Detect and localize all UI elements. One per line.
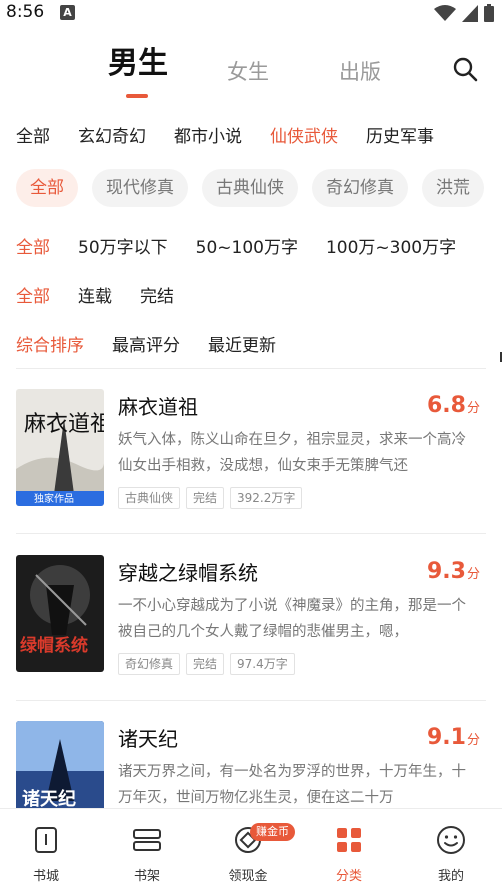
- words-under-50w[interactable]: 50万字以下: [78, 233, 168, 258]
- nav-label: 我的: [437, 869, 464, 884]
- svg-text:独家作品: 独家作品: [34, 492, 74, 505]
- subcategory-chip-row: 全部 现代修真 古典仙侠 奇幻修真 洪荒: [16, 169, 498, 207]
- chip-all[interactable]: 全部: [16, 169, 78, 207]
- book-cover[interactable]: 麻衣道祖 独家作品: [16, 389, 104, 506]
- wifi-icon: [434, 4, 456, 21]
- book-tags: 奇幻修真 完结 97.4万字: [118, 653, 295, 675]
- category-urban[interactable]: 都市小说: [174, 122, 242, 147]
- app-notification-icon: A: [60, 5, 75, 20]
- category-all[interactable]: 全部: [16, 122, 50, 147]
- tab-male[interactable]: 男生: [108, 38, 168, 82]
- status-all[interactable]: 全部: [16, 282, 50, 307]
- book-tag-genre: 奇幻修真: [118, 653, 181, 675]
- earn-coins-badge: 赚金币: [250, 823, 295, 841]
- book-title[interactable]: 诸天纪: [118, 723, 178, 752]
- words-50-100w[interactable]: 50~100万字: [196, 233, 298, 258]
- nav-bookshelf[interactable]: 书架: [117, 825, 177, 884]
- category-filter-row: 全部 玄幻奇幻 都市小说 仙侠武侠 历史军事: [16, 122, 462, 147]
- words-all[interactable]: 全部: [16, 233, 50, 258]
- sort-top-rated[interactable]: 最高评分: [112, 331, 180, 356]
- word-count-filter-row: 全部 50万字以下 50~100万字 100万~300万字: [16, 233, 484, 258]
- svg-text:诸天纪: 诸天纪: [22, 788, 76, 810]
- nav-get-cash[interactable]: 赚金币 领现金: [218, 823, 295, 884]
- nav-label: 书城: [32, 869, 59, 884]
- tab-publish[interactable]: 出版: [339, 56, 381, 86]
- svg-text:麻衣道祖: 麻衣道祖: [24, 412, 104, 437]
- book-description: 诸天万界之间，有一处名为罗浮的世界，十万年生，十万年灭，世间万物亿兆生灵，便在这…: [118, 764, 466, 806]
- category-icon: [337, 828, 361, 852]
- book-title[interactable]: 穿越之绿帽系统: [118, 557, 258, 586]
- book-score: 9.3分: [427, 559, 480, 584]
- book-score: 6.8分: [427, 393, 480, 418]
- chip-classic-xianxia[interactable]: 古典仙侠: [202, 169, 298, 207]
- nav-label: 分类: [335, 869, 362, 884]
- bottom-nav: 书城 书架 赚金币 领现金 分类 我的: [0, 808, 502, 896]
- book-title[interactable]: 麻衣道祖: [118, 391, 198, 420]
- book-tag-genre: 古典仙侠: [118, 487, 181, 509]
- svg-text:绿帽系统: 绿帽系统: [20, 635, 88, 656]
- active-tab-indicator: [126, 94, 148, 98]
- category-fantasy[interactable]: 玄幻奇幻: [78, 122, 146, 147]
- nav-label: 领现金: [228, 869, 268, 884]
- nav-category[interactable]: 分类: [319, 825, 379, 884]
- status-time: 8:56: [6, 2, 45, 22]
- divider: [16, 700, 486, 701]
- status-serializing[interactable]: 连载: [78, 282, 112, 307]
- search-icon[interactable]: [452, 56, 478, 82]
- chip-modern-cultivation[interactable]: 现代修真: [92, 169, 188, 207]
- status-filter-row: 全部 连载 完结: [16, 282, 202, 307]
- status-bar: 8:56 A: [0, 0, 502, 26]
- book-item[interactable]: 麻衣道祖 独家作品 麻衣道祖 6.8分 妖气入体，陈义山命在旦夕，祖宗显灵，求来…: [16, 389, 486, 509]
- chip-honghuang[interactable]: 洪荒: [422, 169, 484, 207]
- book-tag-status: 完结: [186, 487, 225, 509]
- book-cover[interactable]: 绿帽系统: [16, 555, 104, 672]
- sort-overall[interactable]: 综合排序: [16, 331, 84, 356]
- book-tag-words: 97.4万字: [230, 653, 295, 675]
- top-tabs: 男生 女生 出版: [0, 44, 502, 104]
- book-score: 9.1分: [427, 725, 480, 750]
- category-xianxia[interactable]: 仙侠武侠: [270, 122, 338, 147]
- bookshelf-icon: [133, 829, 161, 851]
- book-description: 一不小心穿越成为了小说《神魔录》的主角，那是一个被自己的几个女人戴了绿帽的悲催男…: [118, 598, 466, 640]
- nav-profile[interactable]: 我的: [421, 825, 481, 884]
- book-tags: 古典仙侠 完结 392.2万字: [118, 487, 303, 509]
- tab-female[interactable]: 女生: [227, 56, 269, 86]
- chip-fantasy-cultivation[interactable]: 奇幻修真: [312, 169, 408, 207]
- divider: [16, 533, 486, 534]
- book-city-icon: [35, 827, 57, 853]
- battery-icon: [484, 4, 494, 22]
- divider: [16, 368, 486, 369]
- status-completed[interactable]: 完结: [140, 282, 174, 307]
- book-tag-words: 392.2万字: [230, 487, 303, 509]
- book-description: 妖气入体，陈义山命在旦夕，祖宗显灵，求来一个高冷仙女出手相救，没成想，仙女束手无…: [118, 432, 466, 474]
- category-history[interactable]: 历史军事: [366, 122, 434, 147]
- signal-icon: [462, 4, 478, 22]
- sort-recently-updated[interactable]: 最近更新: [208, 331, 276, 356]
- profile-icon: [437, 826, 465, 854]
- nav-book-city[interactable]: 书城: [16, 825, 76, 884]
- words-100-300w[interactable]: 100万~300万字: [326, 233, 456, 258]
- status-indicators: [434, 4, 494, 22]
- book-item[interactable]: 绿帽系统 穿越之绿帽系统 9.3分 一不小心穿越成为了小说《神魔录》的主角，那是…: [16, 555, 486, 675]
- nav-label: 书架: [133, 869, 160, 884]
- book-tag-status: 完结: [186, 653, 225, 675]
- sort-row: 综合排序 最高评分 最近更新: [16, 331, 304, 356]
